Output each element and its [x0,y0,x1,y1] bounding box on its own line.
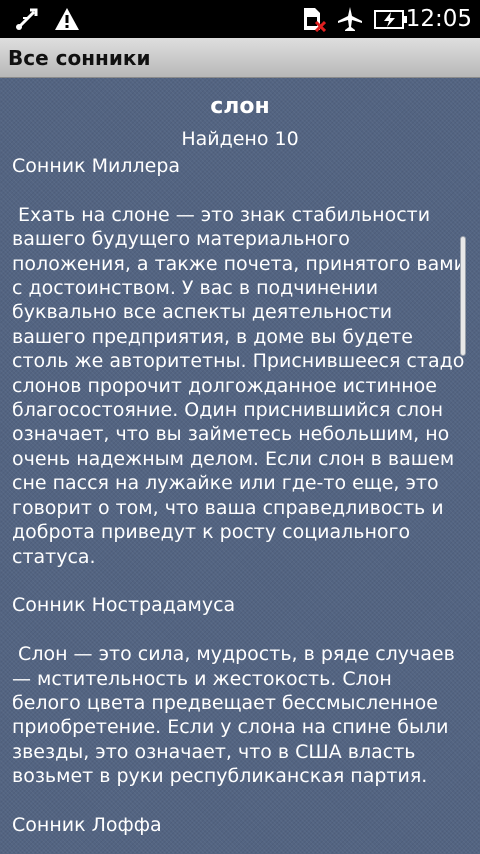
scrollbar[interactable] [460,236,466,356]
usb-debug-icon [16,8,38,30]
search-word: слон [210,94,270,119]
status-bar: 12:05 [0,0,480,38]
title-bar: Все сонники [0,38,480,78]
result-content[interactable]: слон Найдено 10 Сонник Миллера Ехать на … [0,78,480,854]
airplane-mode-icon [338,7,362,31]
battery-charging-icon [374,10,407,29]
status-clock: 12:05 [405,6,472,32]
results-count: Найдено 10 [181,128,299,150]
no-sim-icon [304,8,326,32]
page-title: Все сонники [8,46,151,70]
warning-icon [55,8,79,30]
dream-interpretation-text: Сонник Миллера Ехать на слоне — это знак… [12,155,466,836]
